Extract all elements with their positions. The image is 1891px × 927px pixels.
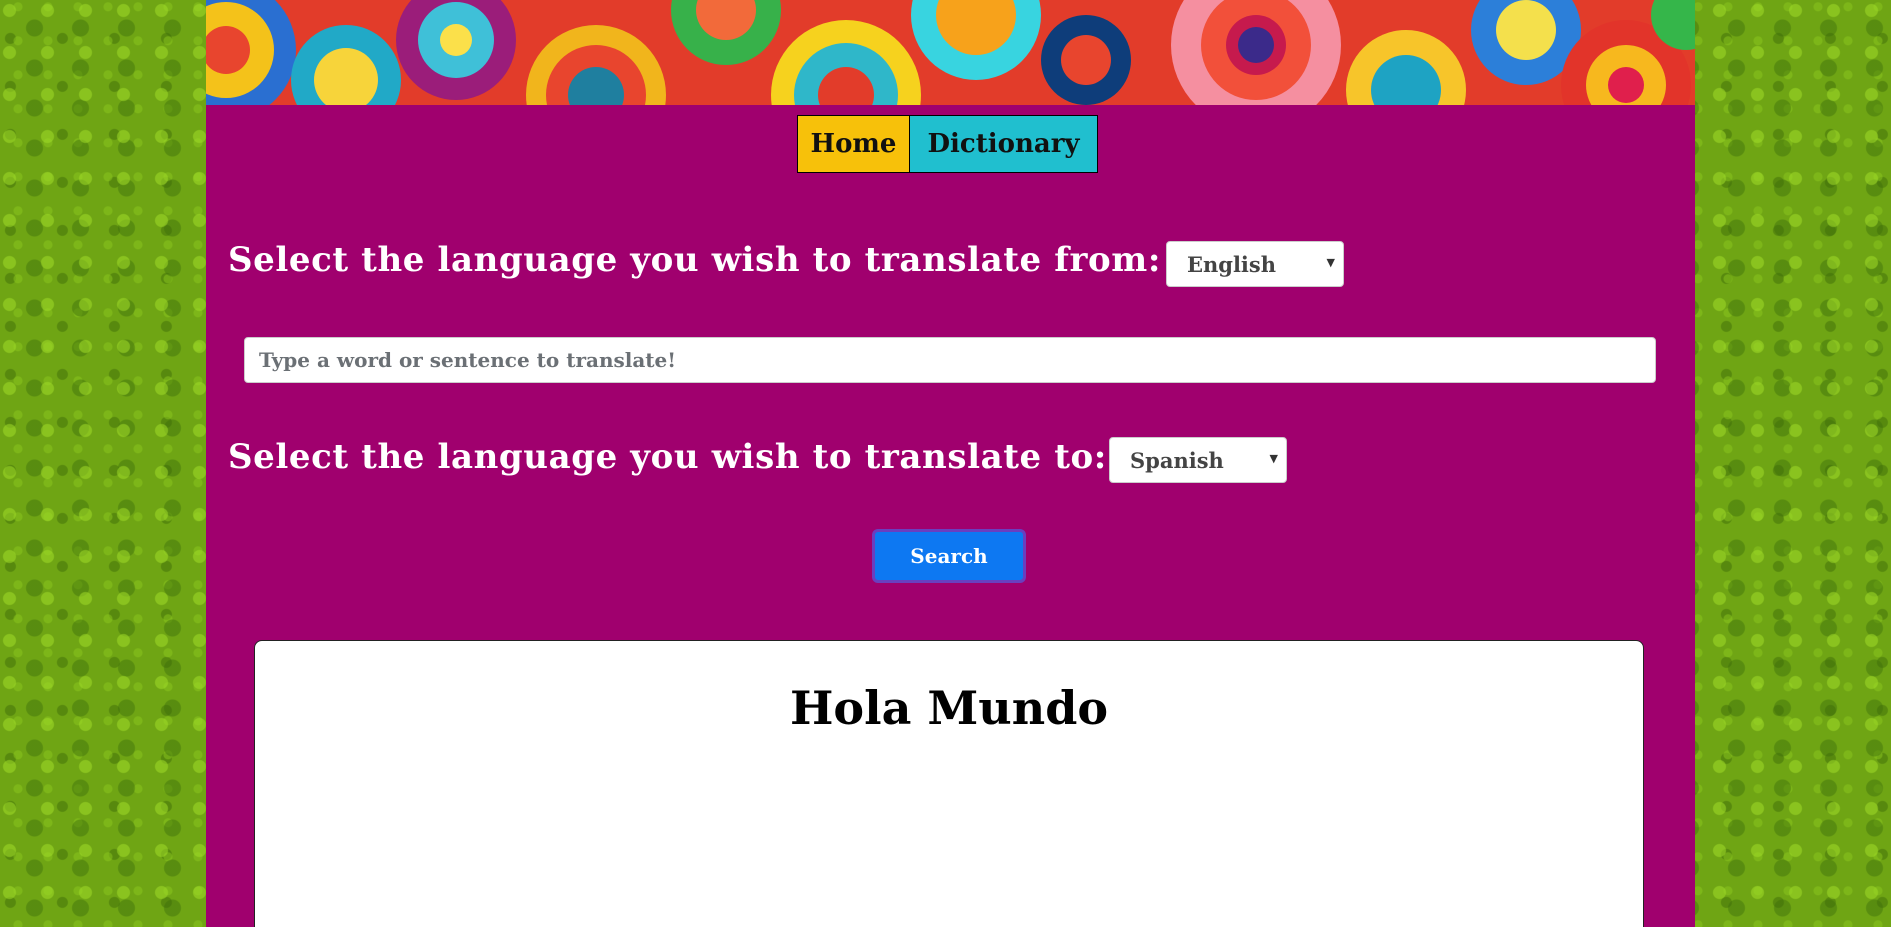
target-language-value: Spanish	[1130, 447, 1224, 473]
main-nav: Home Dictionary	[797, 115, 1098, 175]
decorative-banner	[206, 0, 1695, 105]
translate-from-label: Select the language you wish to translat…	[228, 240, 1161, 280]
translate-to-label: Select the language you wish to translat…	[228, 437, 1107, 477]
main-container: Home Dictionary Select the language you …	[206, 0, 1695, 927]
translation-result-card: Hola Mundo	[254, 640, 1644, 927]
source-language-value: English	[1187, 251, 1277, 277]
search-button[interactable]: Search	[872, 529, 1026, 583]
chevron-down-icon: ▼	[1269, 452, 1278, 465]
target-language-select[interactable]: Spanish ▼	[1109, 437, 1287, 483]
source-language-select[interactable]: English ▼	[1166, 241, 1344, 287]
chevron-down-icon: ▼	[1326, 256, 1335, 269]
translation-result-text: Hola Mundo	[789, 681, 1109, 735]
translation-text-input[interactable]	[244, 337, 1656, 383]
nav-home-link[interactable]: Home	[797, 115, 910, 173]
nav-dictionary-link[interactable]: Dictionary	[910, 115, 1098, 173]
